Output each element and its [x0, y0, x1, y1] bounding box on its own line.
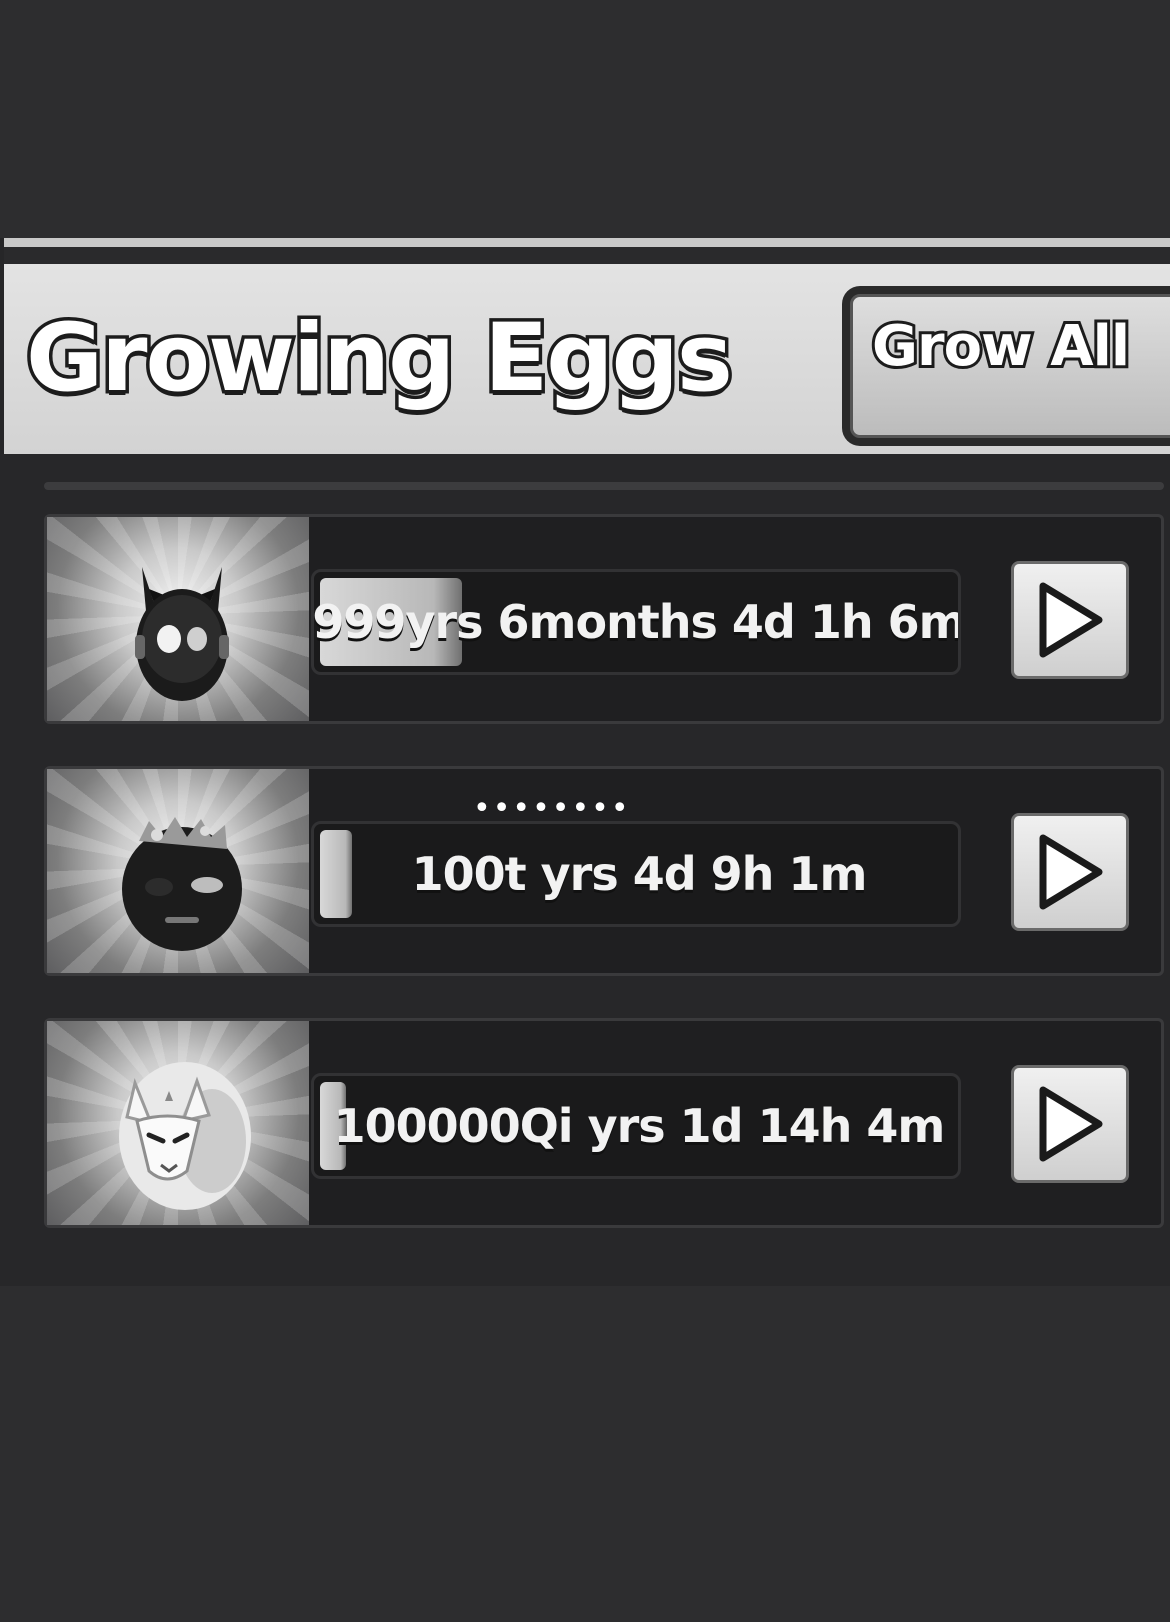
list-top-edge — [44, 482, 1164, 490]
loading-dots: •••••••• — [473, 791, 631, 826]
egg-row: 100000Qi yrs 1d 14h 4m — [44, 1018, 1164, 1228]
play-triangle-icon — [1039, 1086, 1103, 1162]
play-triangle-icon — [1039, 834, 1103, 910]
panel-top-divider — [4, 247, 1170, 264]
egg-thumbnail — [47, 769, 309, 973]
egg-timer: 100t yrs 4d 9h 1m — [411, 847, 868, 901]
egg-row: 999yrs 6months 4d 1h 6m — [44, 514, 1164, 724]
egg-timer: 100000Qi yrs 1d 14h 4m — [333, 1099, 946, 1153]
panel-top-border — [4, 238, 1170, 247]
egg-thumbnail — [47, 1021, 309, 1225]
play-button[interactable] — [1011, 561, 1129, 679]
grow-progress-bar: 100000Qi yrs 1d 14h 4m — [311, 1073, 961, 1179]
horned-dark-egg-icon — [135, 567, 229, 701]
egg-row: •••••••• 100t yrs 4d 9h 1m — [44, 766, 1164, 976]
fox-mask-egg-icon — [119, 1062, 251, 1210]
egg-timer: 999yrs 6months 4d 1h 6m — [312, 595, 961, 649]
play-triangle-icon — [1039, 582, 1103, 658]
egg-list[interactable]: 999yrs 6months 4d 1h 6m •••••••• 100t yr… — [0, 454, 1170, 1286]
play-button[interactable] — [1011, 813, 1129, 931]
grow-progress-bar: 100t yrs 4d 9h 1m — [311, 821, 961, 927]
grow-all-label: Grow All — [869, 311, 1133, 382]
panel-header: Growing Eggs Grow All — [4, 264, 1170, 454]
grow-progress-bar: 999yrs 6months 4d 1h 6m — [311, 569, 961, 675]
grow-all-button[interactable]: Grow All — [842, 286, 1170, 446]
egg-thumbnail — [47, 517, 309, 721]
play-button[interactable] — [1011, 1065, 1129, 1183]
growing-eggs-panel: Growing Eggs Grow All 999yrs 6months 4d … — [0, 238, 1170, 1286]
crowned-dark-egg-icon — [122, 817, 242, 951]
panel-title: Growing Eggs — [23, 301, 737, 417]
